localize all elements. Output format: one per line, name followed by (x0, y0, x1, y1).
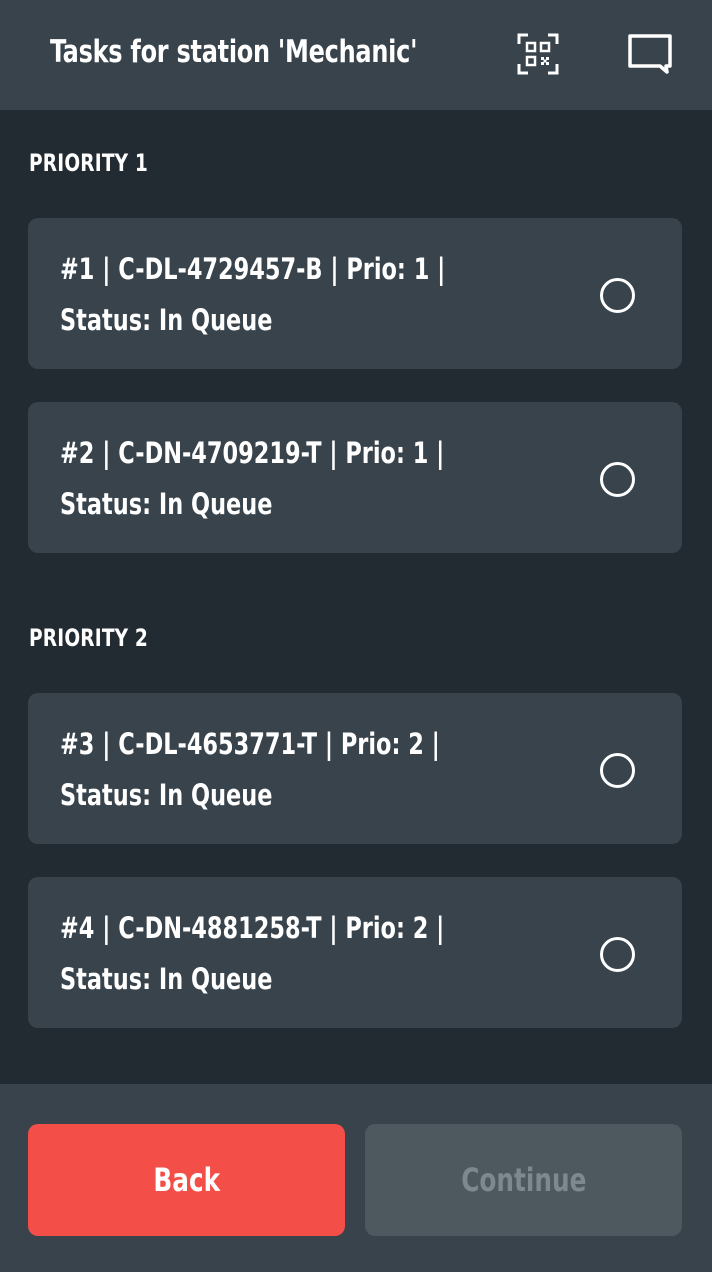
task-text: #2 | C-DN-4709219-T | Prio: 1 | Status: … (60, 428, 507, 530)
header-bar: Tasks for station 'Mechanic' (0, 0, 712, 110)
task-card-2[interactable]: #2 | C-DN-4709219-T | Prio: 1 | Status: … (28, 402, 682, 553)
back-button-label: Back (153, 1161, 220, 1199)
task-card-1[interactable]: #1 | C-DL-4729457-B | Prio: 1 | Status: … (28, 218, 682, 369)
task-card-3[interactable]: #3 | C-DL-4653771-T | Prio: 2 | Status: … (28, 693, 682, 844)
task-status: Status: In Queue (60, 487, 273, 521)
task-select-radio[interactable] (600, 278, 635, 313)
continue-button[interactable]: Continue (365, 1124, 682, 1236)
task-summary: #1 | C-DL-4729457-B | Prio: 1 | (60, 252, 446, 286)
qr-code-icon (517, 33, 559, 75)
task-text: #3 | C-DL-4653771-T | Prio: 2 | Status: … (60, 719, 507, 821)
back-button[interactable]: Back (28, 1124, 345, 1236)
section-title-priority-1: PRIORITY 1 (29, 149, 149, 177)
section-title-priority-2: PRIORITY 2 (29, 624, 149, 652)
task-card-4[interactable]: #4 | C-DN-4881258-T | Prio: 2 | Status: … (28, 877, 682, 1028)
task-select-radio[interactable] (600, 753, 635, 788)
qr-scan-button[interactable] (514, 30, 562, 78)
task-status: Status: In Queue (60, 778, 273, 812)
page-title: Tasks for station 'Mechanic' (50, 34, 418, 70)
task-status: Status: In Queue (60, 303, 273, 337)
chat-bubble-icon (628, 34, 672, 74)
continue-button-label: Continue (460, 1161, 587, 1199)
footer-bar: Back Continue (0, 1084, 712, 1272)
task-status: Status: In Queue (60, 962, 273, 996)
app-screen: Tasks for station 'Mechanic' PRIORITY 1 … (0, 0, 712, 1272)
task-summary: #3 | C-DL-4653771-T | Prio: 2 | (60, 727, 440, 761)
task-text: #4 | C-DN-4881258-T | Prio: 2 | Status: … (60, 903, 507, 1005)
task-summary: #2 | C-DN-4709219-T | Prio: 1 | (60, 436, 445, 470)
task-select-radio[interactable] (600, 462, 635, 497)
chat-button[interactable] (626, 30, 674, 78)
task-summary: #4 | C-DN-4881258-T | Prio: 2 | (60, 911, 445, 945)
task-text: #1 | C-DL-4729457-B | Prio: 1 | Status: … (60, 244, 507, 346)
task-select-radio[interactable] (600, 937, 635, 972)
